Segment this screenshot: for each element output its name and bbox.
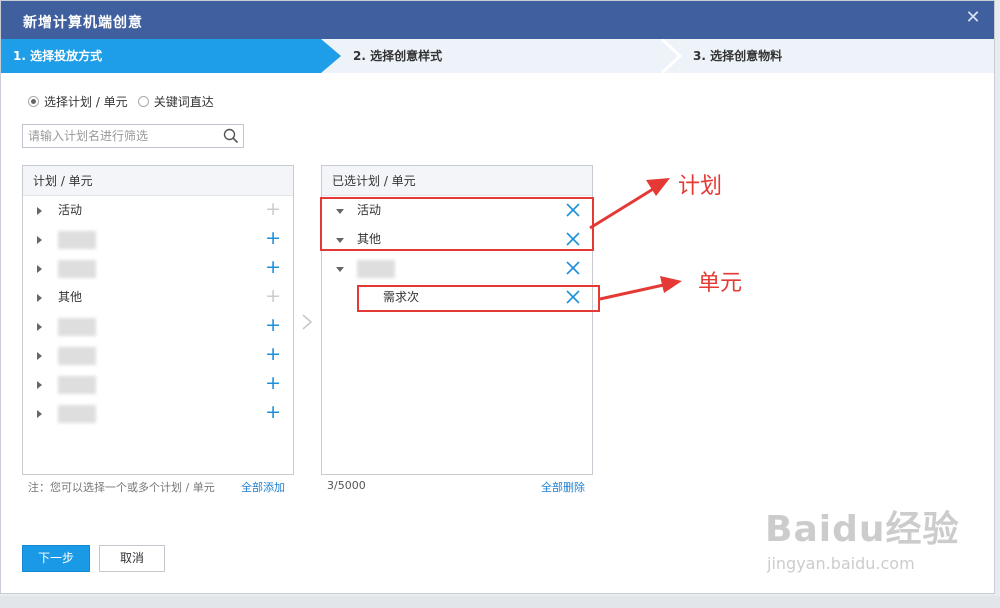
available-panel-header: 计划 / 单元 <box>23 166 293 196</box>
add-icon[interactable]: + <box>265 225 281 252</box>
plan-search-box <box>22 124 244 148</box>
plan-row[interactable]: 活动 + <box>23 196 293 225</box>
step-2[interactable]: 2. 选择创意样式 <box>321 39 681 73</box>
plan-highlight-box <box>320 197 594 251</box>
plan-row[interactable]: 其他 + <box>23 283 293 312</box>
watermark-url: jingyan.baidu.com <box>767 554 915 573</box>
expand-icon[interactable] <box>37 381 42 389</box>
search-icon[interactable] <box>223 128 239 144</box>
redacted-plan-name <box>58 376 96 394</box>
cancel-button[interactable]: 取消 <box>99 545 165 572</box>
selection-note: 注：您可以选择一个或多个计划 / 单元 <box>28 481 215 494</box>
add-icon[interactable]: + <box>265 254 281 281</box>
plan-row[interactable]: + <box>23 399 293 428</box>
background-strip <box>0 596 1000 608</box>
expand-icon[interactable] <box>37 323 42 331</box>
available-plan-list: 活动 + + + 其他 + + + + + <box>23 196 293 428</box>
plan-row[interactable]: + <box>23 312 293 341</box>
plan-row[interactable]: + <box>23 341 293 370</box>
plan-row[interactable]: + <box>23 225 293 254</box>
selected-panel-header: 已选计划 / 单元 <box>322 166 592 196</box>
watermark-brand: Baidu经验 <box>765 509 960 550</box>
unit-annotation: 单元 <box>698 271 743 296</box>
expand-icon[interactable] <box>37 410 42 418</box>
plan-name: 活动 <box>58 203 83 217</box>
close-icon[interactable]: ✕ <box>964 9 982 27</box>
expand-icon[interactable] <box>37 352 42 360</box>
radio-keyword-direct-label: 关键词直达 <box>153 95 214 109</box>
step-3[interactable]: 3. 选择创意物料 <box>661 39 996 73</box>
mode-radio-group: 选择计划 / 单元 关键词直达 <box>28 93 214 110</box>
add-icon[interactable]: + <box>265 196 281 223</box>
redacted-plan-name <box>58 231 96 249</box>
selected-plan-row[interactable] <box>322 254 592 283</box>
add-icon[interactable]: + <box>265 370 281 397</box>
step-1[interactable]: 1. 选择投放方式 <box>1 39 341 73</box>
next-step-button[interactable]: 下一步 <box>22 545 90 572</box>
expand-icon[interactable] <box>37 236 42 244</box>
selection-count: 3/5000 <box>327 479 366 492</box>
radio-checked-icon[interactable] <box>28 96 39 107</box>
radio-unchecked-icon[interactable] <box>137 96 149 107</box>
plan-name: 其他 <box>58 290 83 304</box>
redacted-plan-name <box>58 260 96 278</box>
dialog-title: 新增计算机端创意 <box>23 15 143 31</box>
radio-plan-unit-label: 选择计划 / 单元 <box>44 95 128 109</box>
available-plans-panel: 计划 / 单元 活动 + + + 其他 + + + + + <box>22 165 294 475</box>
expand-icon[interactable] <box>37 207 42 215</box>
plan-annotation: 计划 <box>678 174 723 199</box>
redacted-plan-name <box>357 260 395 278</box>
step-progress: 1. 选择投放方式 2. 选择创意样式 3. 选择创意物料 <box>1 39 994 73</box>
dialog-titlebar: 新增计算机端创意 ✕ <box>1 1 994 39</box>
expand-icon[interactable] <box>37 294 42 302</box>
add-icon[interactable]: + <box>265 341 281 368</box>
collapse-icon[interactable] <box>336 267 344 272</box>
unit-highlight-box <box>357 285 600 312</box>
redacted-plan-name <box>58 405 96 423</box>
expand-icon[interactable] <box>37 265 42 273</box>
redacted-plan-name <box>58 318 96 336</box>
add-icon[interactable]: + <box>265 283 281 310</box>
plan-row[interactable]: + <box>23 370 293 399</box>
add-all-link[interactable]: 全部添加 <box>241 479 285 495</box>
remove-icon[interactable] <box>566 261 580 275</box>
baidu-watermark: Baidu经验 jingyan.baidu.com <box>765 500 959 573</box>
chevron-right-icon <box>302 314 313 330</box>
add-icon[interactable]: + <box>265 312 281 339</box>
add-icon[interactable]: + <box>265 399 281 426</box>
radio-keyword-direct[interactable]: 关键词直达 <box>137 93 214 110</box>
redacted-plan-name <box>58 347 96 365</box>
plan-row[interactable]: + <box>23 254 293 283</box>
radio-plan-unit[interactable]: 选择计划 / 单元 <box>28 93 128 110</box>
search-input[interactable] <box>23 125 213 147</box>
delete-all-link[interactable]: 全部删除 <box>541 479 585 495</box>
